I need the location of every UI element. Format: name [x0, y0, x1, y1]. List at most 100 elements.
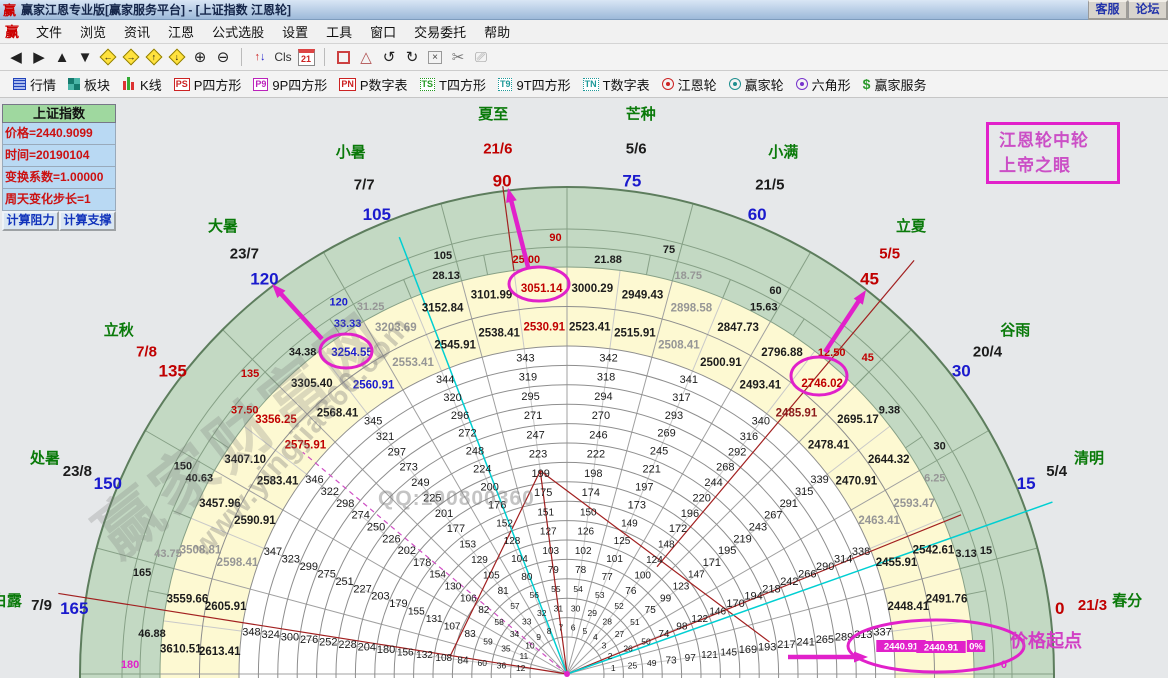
- ribbon-item-label: K线: [140, 75, 162, 94]
- zoom-out-icon[interactable]: ⊖: [213, 46, 233, 68]
- calc-support-button[interactable]: 计算支撑: [59, 211, 116, 231]
- svg-text:54: 54: [573, 584, 583, 594]
- ribbon-item-label: 六角形: [812, 75, 851, 94]
- menu-item-8[interactable]: 交易委托: [405, 19, 475, 44]
- svg-text:53: 53: [595, 590, 605, 600]
- svg-text:193: 193: [758, 642, 776, 654]
- scissors-icon[interactable]: ✂: [448, 46, 468, 68]
- rect-icon[interactable]: [333, 46, 353, 68]
- svg-text:23/7: 23/7: [230, 246, 259, 263]
- svg-text:9.38: 9.38: [879, 405, 900, 417]
- ribbon-item-T四方形[interactable]: TST四方形: [415, 73, 491, 96]
- svg-text:202: 202: [398, 545, 416, 557]
- back-icon[interactable]: ◀: [6, 46, 26, 68]
- ribbon-item-label: 江恩轮: [678, 75, 717, 94]
- svg-text:46.88: 46.88: [138, 628, 166, 640]
- svg-text:小满: 小满: [768, 143, 798, 161]
- menu-item-4[interactable]: 公式选股: [203, 19, 273, 44]
- svg-text:298: 298: [336, 498, 354, 510]
- down-icon[interactable]: ▼: [75, 46, 95, 68]
- ribbon-item-江恩轮[interactable]: 江恩轮: [657, 73, 722, 96]
- svg-text:300: 300: [281, 632, 299, 644]
- ribbon-item-赢家轮[interactable]: 赢家轮: [724, 73, 789, 96]
- svg-text:50: 50: [641, 636, 651, 646]
- svg-text:267: 267: [764, 510, 782, 522]
- menu-item-2[interactable]: 资讯: [115, 19, 159, 44]
- gann-wheel-canvas[interactable]: 1234567891011122526272829303132333435364…: [0, 99, 1168, 678]
- svg-text:83: 83: [465, 629, 477, 640]
- menu-item-3[interactable]: 江恩: [159, 19, 203, 44]
- svg-text:2448.41: 2448.41: [888, 601, 930, 613]
- forward-icon[interactable]: ▶: [29, 46, 49, 68]
- ribbon-item-六角形[interactable]: 六角形: [791, 73, 856, 96]
- menu-item-9[interactable]: 帮助: [475, 19, 519, 44]
- svg-text:74: 74: [658, 629, 670, 640]
- function-toolbar: 行情板块 K线 PS P四方形 P99P四方形PNP数字表TST四方形T99T四方形TN…: [0, 71, 1168, 98]
- svg-text:3559.66: 3559.66: [167, 594, 209, 606]
- badge-icon: PS: [174, 78, 190, 91]
- svg-text:338: 338: [852, 546, 870, 558]
- calendar-icon[interactable]: 21: [296, 46, 316, 68]
- menu-item-7[interactable]: 窗口: [361, 19, 405, 44]
- svg-text:153: 153: [459, 540, 476, 551]
- up-icon[interactable]: ▲: [52, 46, 72, 68]
- ribbon-item-K线[interactable]: K线: [117, 73, 167, 96]
- ribbon-item-label: P四方形: [194, 75, 242, 94]
- ribbon-item-赢家服务[interactable]: $赢家服务: [858, 73, 932, 96]
- svg-text:75: 75: [663, 244, 675, 256]
- svg-text:221: 221: [643, 464, 661, 476]
- menu-item-6[interactable]: 工具: [317, 19, 361, 44]
- ribbon-item-T数字表[interactable]: TNT数字表: [578, 73, 655, 96]
- menu-item-0[interactable]: 文件: [27, 19, 71, 44]
- svg-text:21/5: 21/5: [755, 176, 784, 193]
- ribbon-item-P数字表[interactable]: PNP数字表: [334, 73, 412, 96]
- svg-text:2478.41: 2478.41: [808, 440, 850, 452]
- svg-text:21.88: 21.88: [594, 254, 622, 266]
- diamond-left-icon[interactable]: ←: [98, 46, 118, 68]
- svg-text:30: 30: [952, 361, 971, 380]
- svg-text:2593.47: 2593.47: [893, 498, 935, 510]
- svg-text:252: 252: [319, 637, 337, 649]
- diamond-right-icon[interactable]: →: [121, 46, 141, 68]
- svg-text:224: 224: [473, 464, 491, 476]
- svg-text:272: 272: [458, 428, 476, 440]
- svg-text:98: 98: [676, 621, 688, 632]
- customer-service-button[interactable]: 客服: [1088, 0, 1128, 20]
- svg-text:84: 84: [457, 655, 469, 666]
- ribbon-item-9P四方形[interactable]: P99P四方形: [248, 73, 332, 96]
- ribbon-item-9T四方形[interactable]: T99T四方形: [493, 73, 576, 96]
- svg-text:2523.41: 2523.41: [569, 322, 611, 334]
- svg-text:107: 107: [444, 621, 461, 632]
- svg-text:101: 101: [606, 554, 623, 565]
- diamond-down-icon[interactable]: ↓: [167, 46, 187, 68]
- svg-text:318: 318: [597, 372, 615, 384]
- ribbon-item-P四方形[interactable]: PS P四方形: [169, 73, 247, 96]
- menu-item-1[interactable]: 浏览: [71, 19, 115, 44]
- clear-icon[interactable]: ⎚: [471, 46, 491, 68]
- svg-text:73: 73: [665, 655, 677, 666]
- rotate-left-icon[interactable]: ↺: [379, 46, 399, 68]
- triangle-icon[interactable]: △: [356, 46, 376, 68]
- wheel-icon: [729, 78, 741, 90]
- svg-text:129: 129: [471, 555, 488, 566]
- dollar-icon: $: [863, 76, 871, 92]
- cls-icon[interactable]: Cls: [273, 46, 293, 68]
- xbox-shape: ×: [428, 51, 442, 64]
- ribbon-item-label: 赢家轮: [745, 75, 784, 94]
- menu-item-5[interactable]: 设置: [273, 19, 317, 44]
- calc-resistance-button[interactable]: 计算阻力: [2, 211, 59, 231]
- svg-text:228: 228: [338, 639, 356, 651]
- diamond-up-icon[interactable]: ↑: [144, 46, 164, 68]
- updown-icon[interactable]: ↑↓: [250, 46, 270, 68]
- rotate-right-icon[interactable]: ↻: [402, 46, 422, 68]
- svg-text:45: 45: [862, 352, 874, 364]
- ribbon-item-行情[interactable]: 行情: [8, 73, 61, 96]
- forum-button[interactable]: 论坛: [1128, 0, 1168, 20]
- zoom-in-icon[interactable]: ⊕: [190, 46, 210, 68]
- svg-text:31: 31: [554, 603, 564, 613]
- svg-text:7/7: 7/7: [354, 176, 375, 193]
- svg-text:104: 104: [511, 554, 528, 565]
- xbox-icon[interactable]: ×: [425, 46, 445, 68]
- ribbon-item-板块[interactable]: 板块: [63, 73, 115, 96]
- svg-text:2796.88: 2796.88: [761, 347, 803, 359]
